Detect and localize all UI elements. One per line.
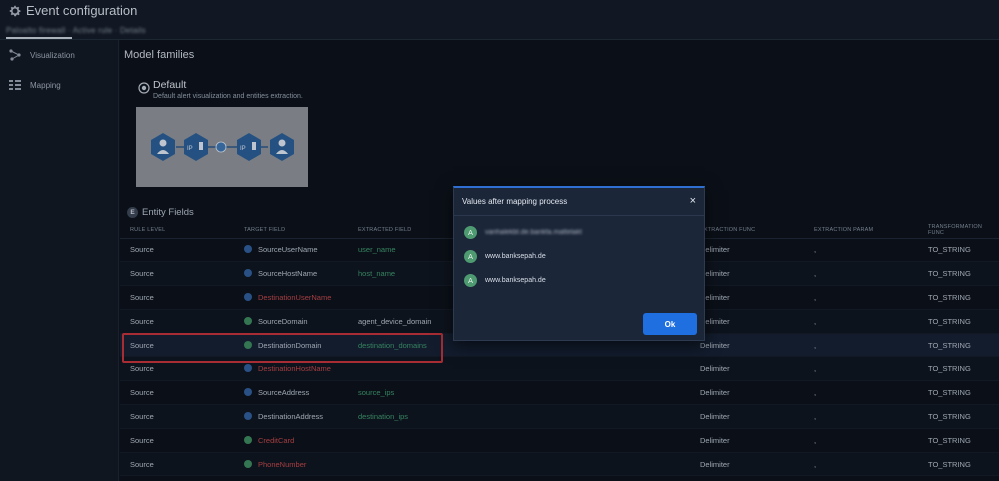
values-dialog: Values after mapping process × A vanhale… bbox=[453, 186, 705, 341]
avatar: A bbox=[464, 226, 477, 239]
value-text: www.banksepah.de bbox=[485, 253, 546, 260]
ok-button[interactable]: Ok bbox=[643, 313, 697, 335]
dialog-title: Values after mapping process bbox=[462, 197, 568, 206]
value-text: vanhalekbt.de.bankfa.mattelakt bbox=[485, 229, 582, 236]
list-item: A www.banksepah.de bbox=[464, 250, 546, 263]
list-item: A vanhalekbt.de.bankfa.mattelakt bbox=[464, 226, 582, 239]
list-item: A www.banksepah.de bbox=[464, 274, 546, 287]
avatar: A bbox=[464, 250, 477, 263]
avatar: A bbox=[464, 274, 477, 287]
close-icon[interactable]: × bbox=[690, 195, 696, 207]
value-text: www.banksepah.de bbox=[485, 277, 546, 284]
dialog-header: Values after mapping process × bbox=[454, 188, 704, 216]
